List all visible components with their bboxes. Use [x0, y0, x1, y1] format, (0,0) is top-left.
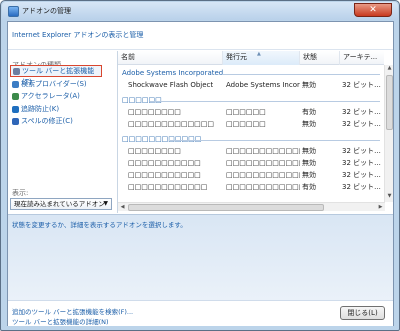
vertical-scroll-thumb[interactable] [386, 75, 393, 130]
cell-status: 無効 [302, 120, 316, 128]
sidebar-item-0[interactable]: ツール バーと拡張機能(T) [10, 65, 102, 86]
column-name[interactable]: 名前 [118, 51, 223, 65]
cell-architecture: 32 ビット... [342, 120, 381, 128]
status-text: 状態を変更するか、詳細を表示するアドオンを選択します。 [12, 221, 187, 229]
sidebar-item-label: 検索プロバイダー(S) [21, 80, 87, 88]
cell-name: □□□□□□□□ [128, 147, 181, 155]
cell-name: □□□□□□□□□□□ [128, 159, 201, 167]
window-close-button[interactable]: ✕ [354, 3, 392, 17]
cell-name: □□□□□□□□□□□□□ [128, 120, 214, 128]
column-publisher[interactable]: 発行元 ▲ [223, 51, 300, 65]
addon-list: 名前 発行元 ▲ 状態 アーキテ... Adobe Systems Incorp… [117, 51, 393, 213]
cell-status: 有効 [302, 183, 316, 191]
column-header: 名前 発行元 ▲ 状態 アーキテ... [118, 51, 384, 65]
cell-status: 無効 [302, 147, 316, 155]
ie-icon [8, 6, 19, 17]
vertical-scrollbar[interactable]: ▲ ▼ [384, 65, 393, 202]
cell-name: □□□□□□□□ [128, 108, 181, 116]
learn-more-link[interactable]: ツール バーと拡張機能の詳細(N) [12, 316, 109, 326]
search-icon [12, 81, 19, 88]
cell-publisher: □□□□□□ [226, 108, 266, 116]
cell-publisher: □□□□□□□□□□□□ [226, 147, 300, 155]
addon-types-pane: アドオンの種類 ツール バーと拡張機能(T)検索プロバイダー(S)アクセラレータ… [8, 51, 116, 213]
cell-architecture: 32 ビット... [342, 108, 381, 116]
cell-publisher: □□□□□□□□□□□□ [226, 159, 300, 167]
show-dropdown-value: 現在読み込まれているアドオン [14, 200, 105, 208]
gear-icon [13, 68, 20, 75]
cell-name: □□□□□□□□□□□□ [128, 183, 208, 191]
accelerator-icon [12, 93, 19, 100]
cell-name: Shockwave Flash Object [128, 81, 214, 89]
cell-publisher: □□□□□□□□□□□□ [226, 183, 300, 191]
group-divider [150, 101, 380, 102]
sidebar-item-2[interactable]: アクセラレータ(A) [10, 91, 102, 103]
table-row[interactable]: □□□□□□□□□□□□□ □□□□□□ 無効 32 ビット... [118, 119, 384, 130]
addon-manager-window: アドオンの管理 ✕ Internet Explorer アドオンの表示と管理 ア… [0, 0, 400, 331]
sidebar-item-1[interactable]: 検索プロバイダー(S) [10, 79, 102, 91]
footer: 追加のツール バーと拡張機能を検索(F)... ツール バーと拡張機能の詳細(N… [8, 300, 393, 326]
addon-rows: Adobe Systems Incorporated Shockwave Flas… [118, 66, 384, 201]
show-label: 表示: [12, 189, 29, 197]
scroll-right-icon[interactable]: ▶ [376, 203, 385, 212]
window-title: アドオンの管理 [22, 7, 71, 15]
scroll-up-icon[interactable]: ▲ [385, 65, 393, 74]
group-divider [222, 74, 380, 75]
header-area: Internet Explorer アドオンの表示と管理 [8, 22, 393, 50]
table-row[interactable]: □□□□□□□□□□□ □□□□□□□□□□□□ 無効 32 ビット... [118, 158, 384, 169]
sort-arrow-icon: ▲ [257, 51, 261, 57]
sidebar-item-label: 追跡防止(K) [21, 105, 60, 113]
cell-name: □□□□□□□□□□□ [128, 171, 201, 179]
table-row[interactable]: Shockwave Flash Object Adobe Systems Inco… [118, 80, 384, 91]
table-row[interactable]: □□□□□□□□ □□□□□□□□□□□□ 無効 32 ビット... [118, 146, 384, 157]
cell-status: 有効 [302, 108, 316, 116]
cell-publisher: Adobe Systems Incor... [226, 81, 300, 89]
cell-architecture: 32 ビット... [342, 171, 381, 179]
column-architecture[interactable]: アーキテ... [340, 51, 384, 65]
table-row[interactable]: □□□□□□□□□□□ □□□□□□□□□□□□ 無効 32 ビット... [118, 170, 384, 181]
scroll-left-icon[interactable]: ◀ [118, 203, 127, 212]
column-status[interactable]: 状態 [300, 51, 340, 65]
scroll-down-icon[interactable]: ▼ [385, 193, 393, 202]
table-row[interactable]: □□□□□□□□□□□□ □□□□□□□□□□□□ 有効 32 ビット... [118, 182, 384, 193]
cell-publisher: □□□□□□ [226, 120, 266, 128]
cell-architecture: 32 ビット... [342, 159, 381, 167]
horizontal-scroll-thumb[interactable] [128, 204, 324, 211]
cell-status: 無効 [302, 159, 316, 167]
details-area: 状態を変更するか、詳細を表示するアドオンを選択します。 [8, 214, 393, 300]
cell-architecture: 32 ビット... [342, 147, 381, 155]
group-divider [170, 140, 380, 141]
dialog-content: Internet Explorer アドオンの表示と管理 アドオンの種類 ツール… [7, 21, 394, 326]
spelling-icon [12, 118, 19, 125]
cell-status: 無効 [302, 171, 316, 179]
horizontal-scrollbar[interactable]: ◀ ▶ [118, 202, 385, 211]
chevron-down-icon: ▼ [103, 200, 108, 207]
header-link[interactable]: Internet Explorer アドオンの表示と管理 [12, 30, 143, 40]
sidebar-item-label: スペルの修正(C) [21, 117, 73, 125]
find-more-link[interactable]: 追加のツール バーと拡張機能を検索(F)... [12, 306, 133, 316]
cell-architecture: 32 ビット... [342, 183, 381, 191]
cell-status: 無効 [302, 81, 316, 89]
show-dropdown[interactable]: 現在読み込まれているアドオン ▼ [10, 198, 112, 210]
close-button[interactable]: 閉じる(L) [340, 306, 385, 320]
cell-publisher: □□□□□□□□□□□□ [226, 171, 300, 179]
title-bar: アドオンの管理 ✕ [2, 2, 398, 20]
sidebar-item-label: アクセラレータ(A) [21, 92, 80, 100]
tracking-protection-icon [12, 106, 19, 113]
sidebar-item-3[interactable]: 追跡防止(K) [10, 104, 102, 116]
cell-architecture: 32 ビット... [342, 81, 381, 89]
sidebar-item-4[interactable]: スペルの修正(C) [10, 116, 102, 128]
table-row[interactable]: □□□□□□□□ □□□□□□ 有効 32 ビット... [118, 107, 384, 118]
